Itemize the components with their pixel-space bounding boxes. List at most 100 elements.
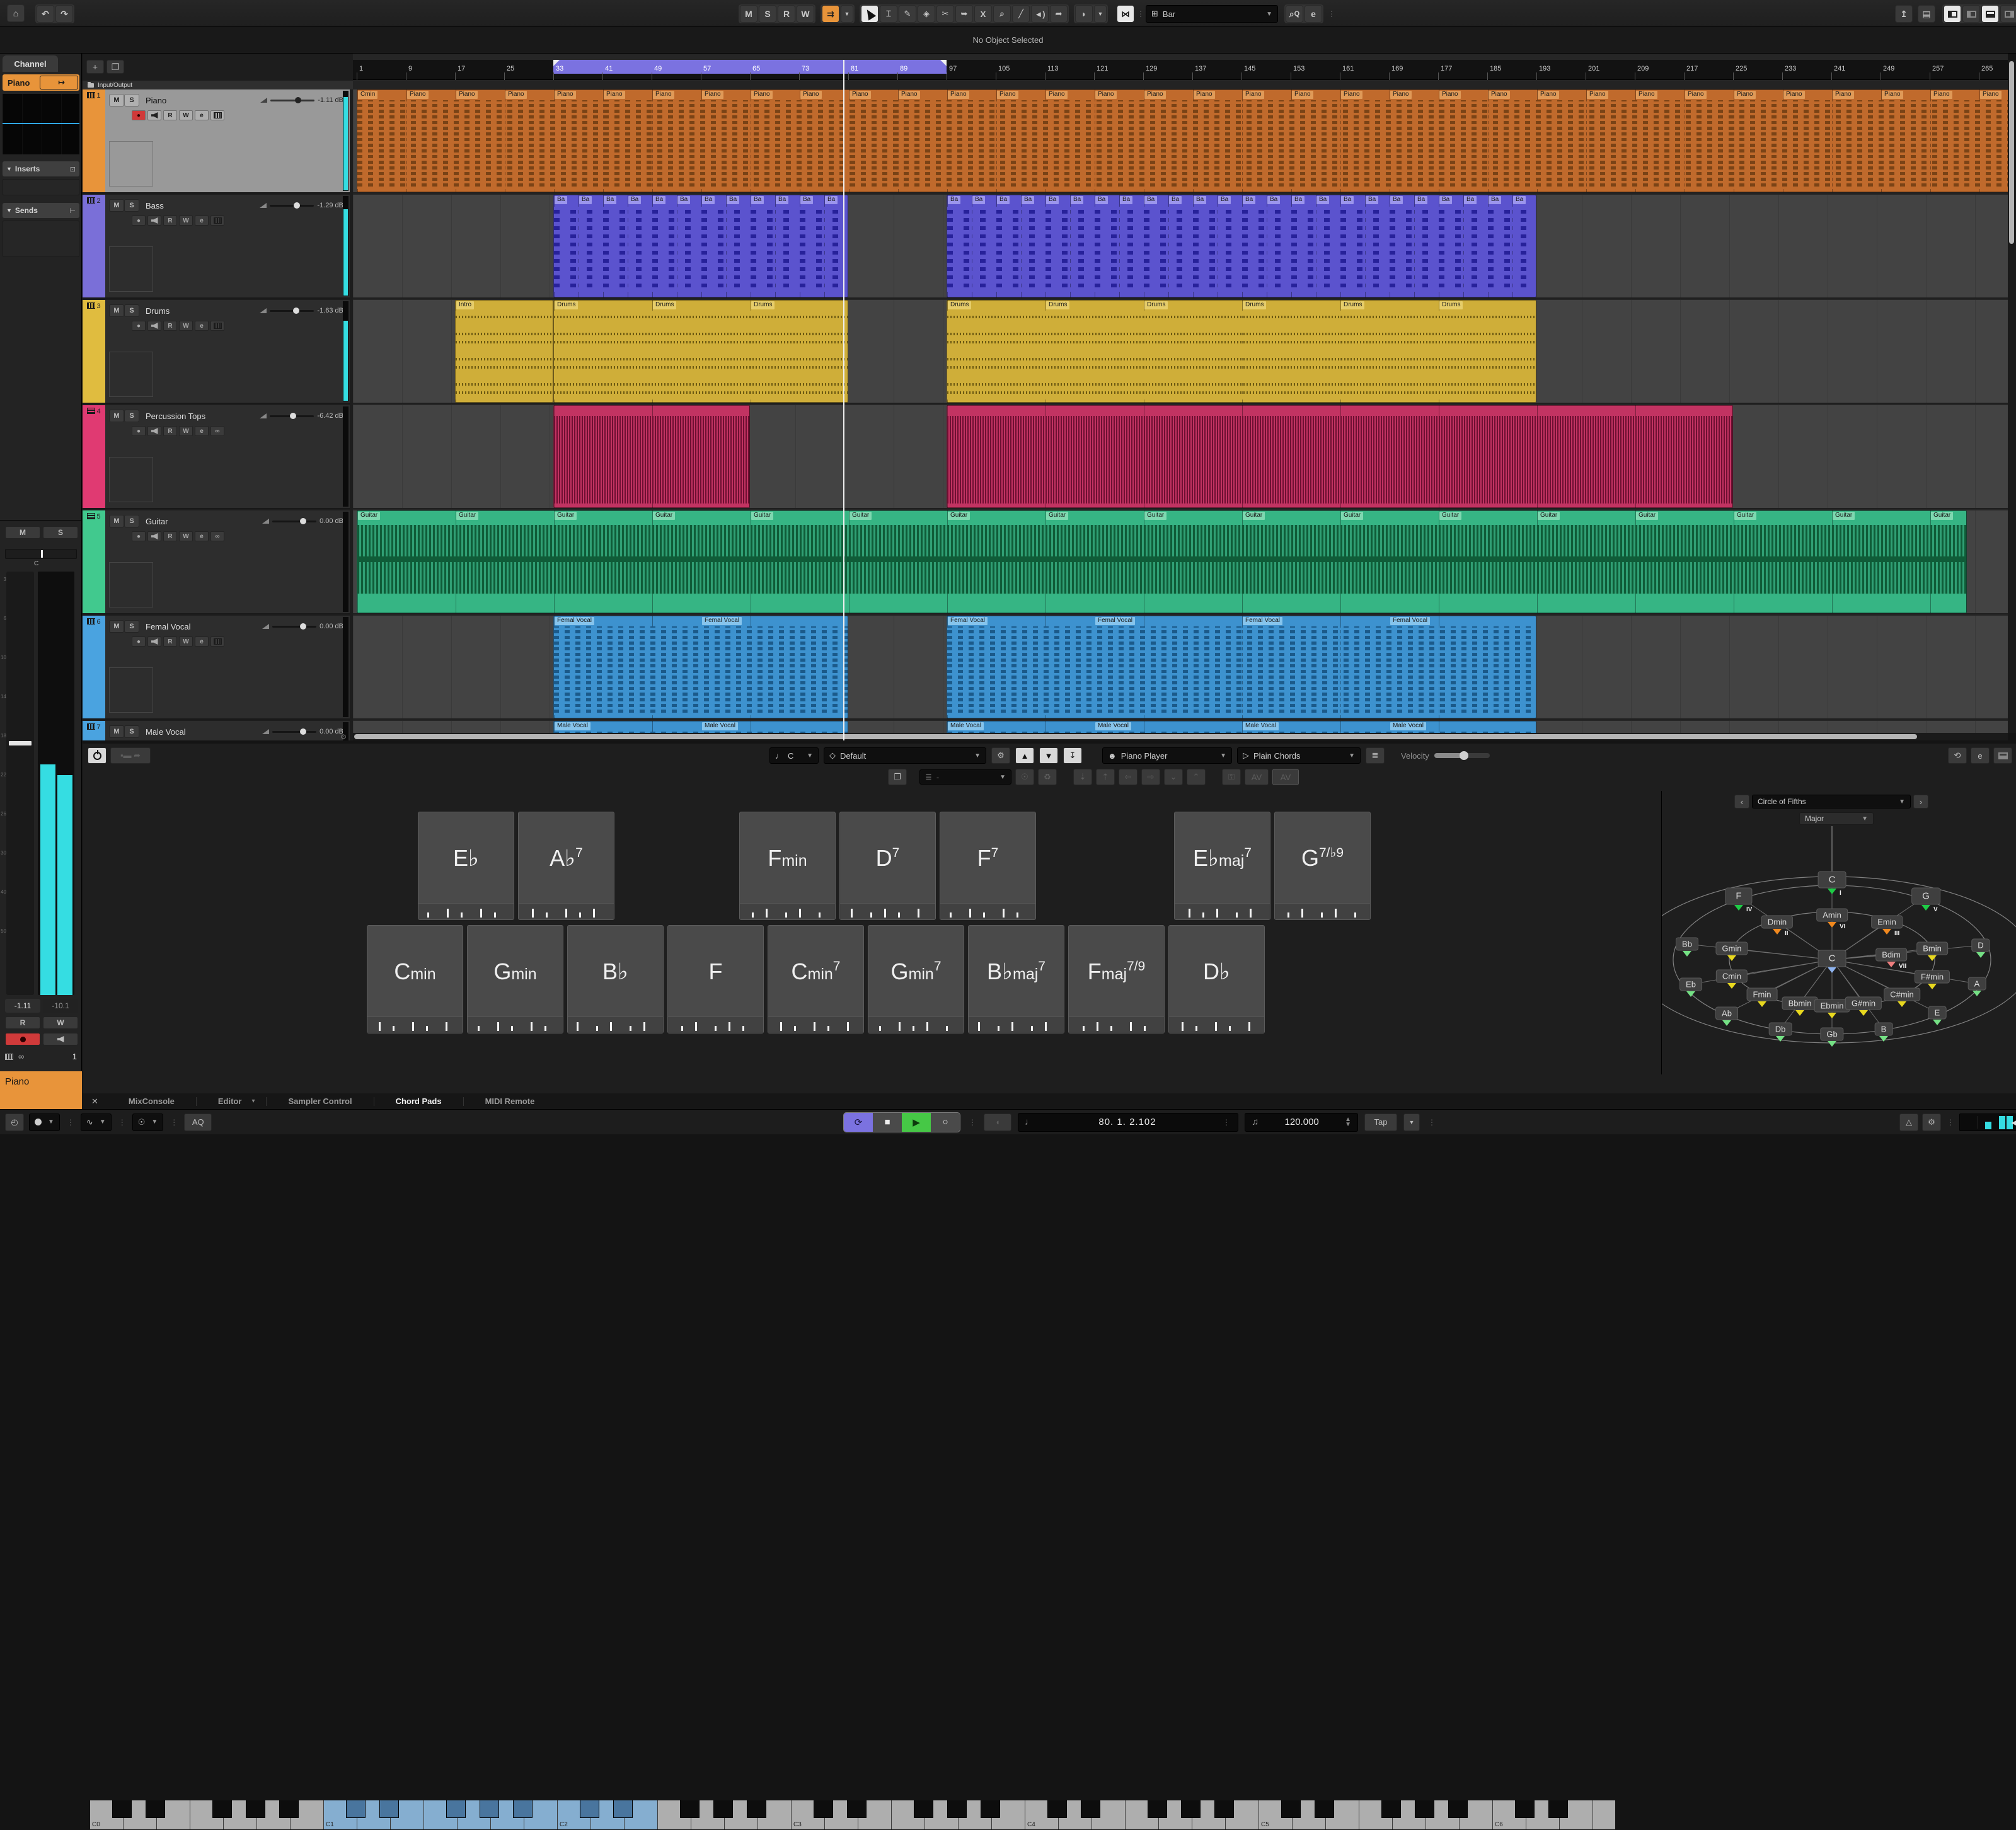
track-presets-icon[interactable]: ❐	[107, 60, 124, 74]
volume-knob[interactable]	[300, 623, 306, 630]
clip-region[interactable]: Femal VocalFemal VocalFemal VocalFemal V…	[947, 616, 1536, 718]
black-key[interactable]	[1315, 1800, 1334, 1818]
audio-record-mode-select[interactable]: ∿▼	[81, 1114, 112, 1131]
black-key[interactable]	[146, 1800, 165, 1818]
pads-pages-icon[interactable]: ❐	[888, 769, 907, 785]
global-w-button[interactable]: W	[797, 5, 814, 23]
drum-map-button[interactable]	[210, 321, 224, 331]
transpose-down-icon[interactable]: ⇣	[1073, 769, 1092, 785]
redo-icon[interactable]: ↷	[55, 5, 73, 23]
track-color-tab[interactable]: 5	[83, 510, 105, 613]
cof-node-Csmin[interactable]: C#min	[1884, 988, 1920, 1001]
black-key[interactable]	[914, 1800, 933, 1818]
tab-midi-remote[interactable]: MIDI Remote	[464, 1096, 556, 1106]
read-button[interactable]: R	[163, 531, 177, 541]
chord-pad-D[interactable]: D♭	[1168, 925, 1265, 1033]
velocity-knob[interactable]	[1460, 751, 1468, 760]
global-r-button[interactable]: R	[778, 5, 795, 23]
undo-icon[interactable]: ↶	[37, 5, 54, 23]
meter-collapse-icon[interactable]: ◀	[2012, 1119, 2016, 1127]
strip-footer-track-label[interactable]: Piano	[0, 1071, 82, 1109]
black-key[interactable]	[1148, 1800, 1167, 1818]
track-color-tab[interactable]: 1	[83, 89, 105, 192]
track-color-tab[interactable]: 2	[83, 195, 105, 297]
volume-control[interactable]: 0.00 dB	[262, 623, 343, 630]
grid-type-select[interactable]: ⊞ Bar ▼	[1146, 5, 1278, 23]
close-icon[interactable]: ✕	[83, 1096, 107, 1107]
cof-node-E[interactable]: E	[1928, 1006, 1947, 1020]
voicing-down-icon[interactable]: ⌄	[1164, 769, 1183, 785]
tab-chord-pads[interactable]: Chord Pads	[374, 1096, 463, 1106]
chord-pad-Cmin7[interactable]: Cmin7	[768, 925, 864, 1033]
read-button[interactable]: R	[163, 321, 177, 331]
record-button[interactable]: ○	[931, 1113, 960, 1132]
record-enable-button[interactable]: ●	[132, 531, 146, 541]
trash-icon[interactable]: ♻	[1038, 769, 1057, 785]
black-key[interactable]	[246, 1800, 265, 1818]
clip-region[interactable]	[553, 405, 750, 508]
clip-region[interactable]: DrumsDrumsDrumsDrumsDrumsDrums	[947, 300, 1536, 403]
black-key[interactable]	[580, 1800, 599, 1818]
timeline-ruler[interactable]: 1917253341495765738189971051131211291371…	[353, 60, 2008, 80]
split-tool[interactable]: ✂	[936, 5, 954, 23]
volume-slider[interactable]	[270, 310, 314, 312]
record-mode-select[interactable]: ▼	[29, 1114, 60, 1131]
read-automation-button[interactable]: R	[5, 1016, 40, 1029]
write-button[interactable]: W	[179, 321, 193, 331]
next-voicing-icon[interactable]: ⇨	[1141, 769, 1160, 785]
mute-tool[interactable]: X	[974, 5, 992, 23]
black-key[interactable]	[713, 1800, 733, 1818]
black-key[interactable]	[1214, 1800, 1234, 1818]
track-picture-box[interactable]	[109, 667, 153, 713]
monitor-button[interactable]	[147, 636, 161, 647]
track-header-drums[interactable]: 3MSDrums-1.63 dB●RWe	[83, 300, 350, 404]
cof-node-Gsmin[interactable]: G#min	[1845, 997, 1882, 1010]
black-key[interactable]	[446, 1800, 466, 1818]
edit-quantize-icon[interactable]: e	[1305, 5, 1322, 23]
metronome-button[interactable]: △	[1899, 1114, 1918, 1131]
remote-edit-icon[interactable]: e	[1971, 747, 1990, 764]
sends-section-header[interactable]: ▼ Sends ⊢	[3, 203, 79, 218]
tempo-display[interactable]: ♫ 120.000 ▲▼	[1245, 1113, 1358, 1132]
global-s-button[interactable]: S	[759, 5, 776, 23]
clip-region[interactable]: BaBaBaBaBaBaBaBaBaBaBaBa	[553, 195, 848, 297]
cof-node-Bdim[interactable]: Bdim	[1875, 948, 1907, 962]
track-header-piano[interactable]: 1MSPiano-1.11 dB●RWe	[83, 89, 350, 193]
export-icon[interactable]: ↥	[1895, 5, 1913, 23]
solo-button[interactable]: S	[124, 410, 139, 422]
move-down-button[interactable]: ▼	[1039, 747, 1058, 764]
root-key-select[interactable]: ♩ C ▼	[769, 747, 819, 764]
track-color-tab[interactable]: 6	[83, 616, 105, 718]
peak-readout[interactable]: -10.1	[43, 999, 78, 1013]
drum-map-button[interactable]	[210, 636, 224, 647]
cof-node-C[interactable]: C	[1818, 950, 1846, 967]
tab-channel[interactable]: Channel	[3, 55, 58, 72]
quantize-icon[interactable]: ⌕Q	[1286, 5, 1303, 23]
send-slot-empty[interactable]	[3, 221, 79, 257]
edit-channel-button[interactable]: e	[195, 531, 209, 541]
black-key[interactable]	[1081, 1800, 1100, 1818]
monitor-button[interactable]	[147, 216, 161, 226]
spinner-icon[interactable]: ▲▼	[1345, 1117, 1351, 1127]
record-enable-button[interactable]: ●	[132, 426, 146, 436]
track-header-guitar[interactable]: 5MSGuitar0.00 dB●RWe∞	[83, 510, 350, 614]
edit-channel-button[interactable]: e	[195, 216, 209, 226]
snap-icon[interactable]: ⋈	[1117, 5, 1134, 23]
tap-tempo-button[interactable]: Tap	[1364, 1114, 1397, 1131]
white-key[interactable]	[1593, 1800, 1615, 1829]
transport-gear-icon[interactable]: ⚙	[1922, 1114, 1941, 1131]
black-key[interactable]	[279, 1800, 299, 1818]
midi-record-mode-select[interactable]: ☉▼	[132, 1114, 164, 1131]
write-automation-button[interactable]: W	[43, 1016, 78, 1029]
chord-pad-G79[interactable]: G7/♭9	[1274, 812, 1371, 920]
left-zone-alt-toggle[interactable]	[1962, 5, 1980, 23]
mute-button[interactable]: M	[109, 620, 124, 633]
save-preset-button[interactable]: ↧	[1063, 747, 1082, 764]
freeze-button[interactable]: ∞	[210, 531, 224, 541]
black-key[interactable]	[1448, 1800, 1468, 1818]
volume-knob[interactable]	[290, 413, 296, 419]
chord-pad-Cmin[interactable]: Cmin	[367, 925, 463, 1033]
edit-channel-button[interactable]: e	[195, 321, 209, 331]
cof-node-D[interactable]: D	[1971, 939, 1990, 952]
solo-button[interactable]: S	[124, 94, 139, 106]
